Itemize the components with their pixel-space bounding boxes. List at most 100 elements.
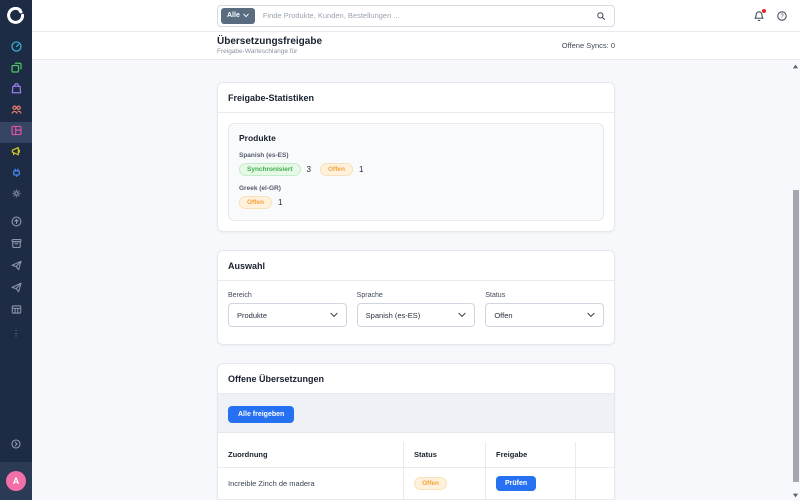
content-icon: [10, 124, 23, 142]
status-badge-open: Offen: [320, 163, 353, 176]
sprache-select[interactable]: Spanish (es-ES): [357, 303, 476, 327]
open-syncs-counter: Offene Syncs: 0: [562, 41, 615, 50]
sidebar: ⋮ A: [0, 0, 32, 500]
topbar-icons: ?: [753, 0, 788, 32]
field-bereich: Bereich Produkte: [228, 292, 347, 327]
statistics-group-title: Produkte: [239, 133, 593, 143]
sidebar-item-orders[interactable]: [0, 80, 32, 101]
column-header-freigabe: Freigabe: [486, 442, 576, 468]
language-label: Spanish (es-ES): [239, 152, 593, 159]
paper-plane-icon: [10, 259, 23, 277]
cell-empty: [576, 468, 614, 500]
statistics-group-products: Produkte Spanish (es-ES) Synchronisiert …: [228, 123, 604, 221]
sidebar-item-marketing[interactable]: [0, 143, 32, 164]
page-title: Übersetzungsfreigabe: [217, 36, 322, 47]
chevron-down-icon: [330, 312, 338, 318]
badge-count: 1: [359, 165, 363, 174]
orders-icon: [10, 82, 23, 100]
sync-icon: [10, 215, 23, 233]
language-label: Greek (el-GR): [239, 185, 593, 192]
status-select[interactable]: Offen: [485, 303, 604, 327]
scrollbar-down-arrow[interactable]: [791, 493, 799, 498]
sidebar-item-sync[interactable]: [0, 213, 32, 235]
sidebar-expand-button[interactable]: [0, 436, 32, 456]
column-header-status: Status: [404, 442, 486, 468]
help-icon: ?: [776, 10, 788, 22]
dashboard-icon: [10, 40, 23, 58]
svg-text:?: ?: [780, 14, 784, 20]
field-sprache: Sprache Spanish (es-ES): [357, 292, 476, 327]
sidebar-item-calculator[interactable]: [0, 301, 32, 323]
field-label: Status: [485, 292, 604, 299]
help-button[interactable]: ?: [776, 10, 788, 22]
open-translations-title: Offene Übersetzungen: [218, 364, 614, 394]
column-header-zuordnung: Zuordnung: [218, 442, 404, 468]
chevron-down-icon: [458, 312, 466, 318]
pruefen-button[interactable]: Prüfen: [496, 476, 536, 491]
search-input[interactable]: [255, 11, 596, 20]
avatar[interactable]: A: [6, 471, 26, 491]
sidebar-item-dashboard[interactable]: [0, 38, 32, 59]
expand-chevron-icon: [10, 437, 22, 455]
selection-card-title: Auswahl: [218, 251, 614, 281]
sidebar-item-customers[interactable]: [0, 101, 32, 122]
global-search: Alle: [217, 5, 615, 27]
page-subtitle: Freigabe-Warteschlange für: [217, 48, 322, 55]
table-row[interactable]: Increible Zinch de madera Offen Prüfen: [218, 468, 614, 500]
marketing-icon: [10, 145, 23, 163]
translations-toolbar: Alle freigeben: [218, 394, 614, 433]
search-icon: [596, 11, 606, 21]
customers-icon: [10, 103, 23, 121]
sidebar-item-settings[interactable]: [0, 185, 32, 206]
field-label: Bereich: [228, 292, 347, 299]
main-area: Alle ? Über: [32, 0, 800, 500]
catalogues-icon: [10, 61, 23, 79]
topbar: Alle ?: [32, 0, 800, 32]
page-header: Übersetzungsfreigabe Freigabe-Warteschla…: [32, 32, 800, 60]
chevron-down-icon: [243, 13, 249, 18]
sidebar-user-section: A: [0, 462, 32, 500]
statistics-language-row: Spanish (es-ES) Synchronisiert 3 Offen 1: [239, 152, 593, 176]
status-badge-synchronized: Synchronisiert: [239, 163, 301, 176]
field-status: Status Offen: [485, 292, 604, 327]
search-filter-button[interactable]: Alle: [221, 8, 255, 24]
extensions-icon: [10, 166, 23, 184]
status-badge-open: Offen: [414, 477, 447, 490]
notifications-button[interactable]: [753, 10, 765, 22]
paper-plane-icon: [10, 281, 23, 299]
badge-count: 3: [307, 165, 311, 174]
avatar-initial: A: [13, 476, 20, 486]
scrollbar-thumb[interactable]: [793, 190, 799, 482]
selection-card: Auswahl Bereich Produkte Sprache: [217, 250, 615, 345]
select-value: Produkte: [237, 311, 267, 320]
ellipsis-icon: ⋮: [12, 330, 20, 338]
bereich-select[interactable]: Produkte: [228, 303, 347, 327]
approve-all-button[interactable]: Alle freigeben: [228, 406, 294, 423]
table-header-row: Zuordnung Status Freigabe: [218, 442, 614, 468]
shopware-admin-window: ⋮ A Alle: [0, 0, 800, 500]
chevron-down-icon: [587, 312, 595, 318]
sidebar-item-content[interactable]: [0, 122, 32, 143]
cell-zuordnung: Increible Zinch de madera: [218, 468, 404, 500]
translations-table: Zuordnung Status Freigabe Increible Zinc…: [218, 442, 614, 500]
badge-count: 1: [278, 198, 282, 207]
sidebar-item-more[interactable]: ⋮: [0, 323, 32, 345]
sidebar-item-catalogues[interactable]: [0, 59, 32, 80]
settings-icon: [10, 187, 23, 205]
sidebar-item-extensions[interactable]: [0, 164, 32, 185]
shopware-logo[interactable]: [0, 0, 32, 32]
search-filter-label: Alle: [227, 12, 240, 19]
sidebar-item-send-1[interactable]: [0, 257, 32, 279]
select-value: Offen: [494, 311, 512, 320]
statistics-language-row: Greek (el-GR) Offen 1: [239, 185, 593, 209]
shopware-logo-icon: [7, 7, 25, 25]
column-header-empty: [576, 442, 614, 468]
content-area: Freigabe-Statistiken Produkte Spanish (e…: [32, 60, 800, 500]
archive-box-icon: [10, 237, 23, 255]
field-label: Sprache: [357, 292, 476, 299]
sidebar-utility-group: ⋮: [0, 213, 32, 345]
sidebar-item-archive[interactable]: [0, 235, 32, 257]
open-translations-card: Offene Übersetzungen Alle freigeben Zuor…: [217, 363, 615, 500]
scrollbar-up-arrow[interactable]: [791, 64, 799, 69]
sidebar-item-send-2[interactable]: [0, 279, 32, 301]
